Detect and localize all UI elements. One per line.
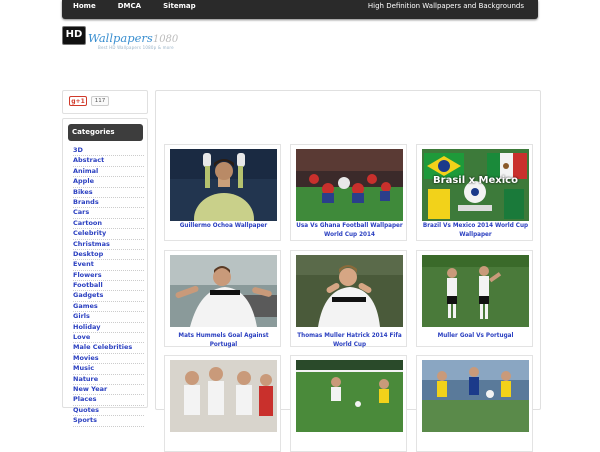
wallpaper-thumbnail[interactable]: Brasil x Mexico [422, 149, 529, 221]
wallpaper-card[interactable]: Thomas Muller Hatrick 2014 Fifa World Cu… [290, 250, 407, 349]
category-link[interactable]: Sports [73, 416, 144, 427]
category-link[interactable]: Flowers [73, 271, 144, 282]
category-link[interactable]: Games [73, 302, 144, 313]
wallpaper-card[interactable]: Muller Goal Vs Portugal [416, 250, 533, 347]
top-nav-bar: Home DMCA Sitemap High Definition Wallpa… [62, 0, 538, 19]
wallpaper-card[interactable]: Guillermo Ochoa Wallpaper [164, 144, 281, 241]
category-link[interactable]: Abstract [73, 156, 144, 167]
category-link[interactable]: Desktop [73, 250, 144, 261]
category-link[interactable]: Places [73, 395, 144, 406]
category-link[interactable]: 3D [73, 146, 144, 157]
gplus-count: 117 [91, 96, 109, 106]
wallpaper-title[interactable]: Thomas Muller Hatrick 2014 Fifa World Cu… [294, 332, 405, 349]
wallpaper-thumbnail[interactable] [170, 149, 277, 221]
wallpaper-title[interactable]: Muller Goal Vs Portugal [420, 332, 531, 341]
category-link[interactable]: Gadgets [73, 291, 144, 302]
logo-wordmark: Wallpapers1080 [88, 31, 178, 45]
category-link[interactable]: Animal [73, 167, 144, 178]
wallpaper-card[interactable] [290, 355, 407, 452]
brazil-mexico-banner: Brasil x Mexico [433, 175, 518, 186]
gplus-button[interactable]: g+1 [69, 96, 87, 106]
category-link[interactable]: New Year [73, 385, 144, 396]
site-tagline: High Definition Wallpapers and Backgroun… [367, 2, 524, 10]
category-link[interactable]: Celebrity [73, 229, 144, 240]
site-logo[interactable]: HD Wallpapers1080 Best HD Wallpapers 108… [62, 26, 182, 54]
wallpaper-grid: Guillermo Ochoa Wallpaper Usa Vs Ghana F… [155, 90, 541, 452]
category-link[interactable]: Nature [73, 375, 144, 385]
wallpaper-thumbnail[interactable] [170, 255, 277, 327]
wallpaper-title[interactable]: Brazil Vs Mexico 2014 World Cup Wallpape… [420, 222, 531, 239]
wallpaper-title[interactable]: Mats Hummels Goal Against Portugal [168, 332, 279, 349]
category-link[interactable]: Event [73, 260, 144, 271]
wallpaper-thumbnail[interactable] [296, 360, 403, 432]
category-link[interactable]: Male Celebrities [73, 343, 144, 354]
logo-hd-badge: HD [62, 26, 86, 45]
category-link[interactable]: Quotes [73, 406, 144, 417]
logo-subtitle: Best HD Wallpapers 1080p & more [98, 45, 174, 50]
wallpaper-card[interactable] [416, 355, 533, 452]
logo-suffix: 1080 [152, 34, 179, 45]
wallpaper-card[interactable]: Usa Vs Ghana Football Wallpaper World Cu… [290, 144, 407, 241]
wallpaper-title[interactable]: Guillermo Ochoa Wallpaper [168, 222, 279, 231]
category-link[interactable]: Music [73, 364, 144, 375]
categories-title: Categories [68, 124, 143, 141]
category-link[interactable]: Holiday [73, 323, 144, 334]
category-list: 3D Abstract Animal Apple Bikes Brands Ca… [73, 146, 144, 427]
nav-menu: Home DMCA Sitemap [62, 0, 207, 19]
wallpaper-thumbnail[interactable] [296, 149, 403, 221]
category-link[interactable]: Cartoon [73, 219, 144, 230]
nav-dmca-link[interactable]: DMCA [107, 0, 152, 19]
wallpaper-thumbnail[interactable] [422, 255, 529, 327]
wallpaper-thumbnail[interactable] [170, 360, 277, 432]
wallpaper-card[interactable]: Mats Hummels Goal Against Portugal [164, 250, 281, 349]
nav-home-link[interactable]: Home [62, 0, 107, 19]
category-link[interactable]: Bikes [73, 188, 144, 198]
category-link[interactable]: Christmas [73, 240, 144, 250]
social-widget: g+1 117 [62, 90, 148, 114]
wallpaper-card[interactable] [164, 355, 281, 452]
category-link[interactable]: Love [73, 333, 144, 344]
wallpaper-title[interactable]: Usa Vs Ghana Football Wallpaper World Cu… [294, 222, 405, 239]
category-link[interactable]: Movies [73, 354, 144, 365]
wallpaper-card[interactable]: Brasil x Mexico Brazil Vs Mexico 2014 Wo… [416, 144, 533, 241]
categories-widget: Categories 3D Abstract Animal Apple Bike… [62, 118, 148, 427]
category-link[interactable]: Cars [73, 208, 144, 219]
category-link[interactable]: Football [73, 281, 144, 292]
category-link[interactable]: Apple [73, 177, 144, 188]
category-link[interactable]: Brands [73, 198, 144, 209]
logo-word: Wallpapers [88, 31, 153, 45]
nav-sitemap-link[interactable]: Sitemap [152, 0, 207, 19]
wallpaper-thumbnail[interactable] [422, 360, 529, 432]
wallpaper-thumbnail[interactable] [296, 255, 403, 327]
category-link[interactable]: Girls [73, 312, 144, 323]
